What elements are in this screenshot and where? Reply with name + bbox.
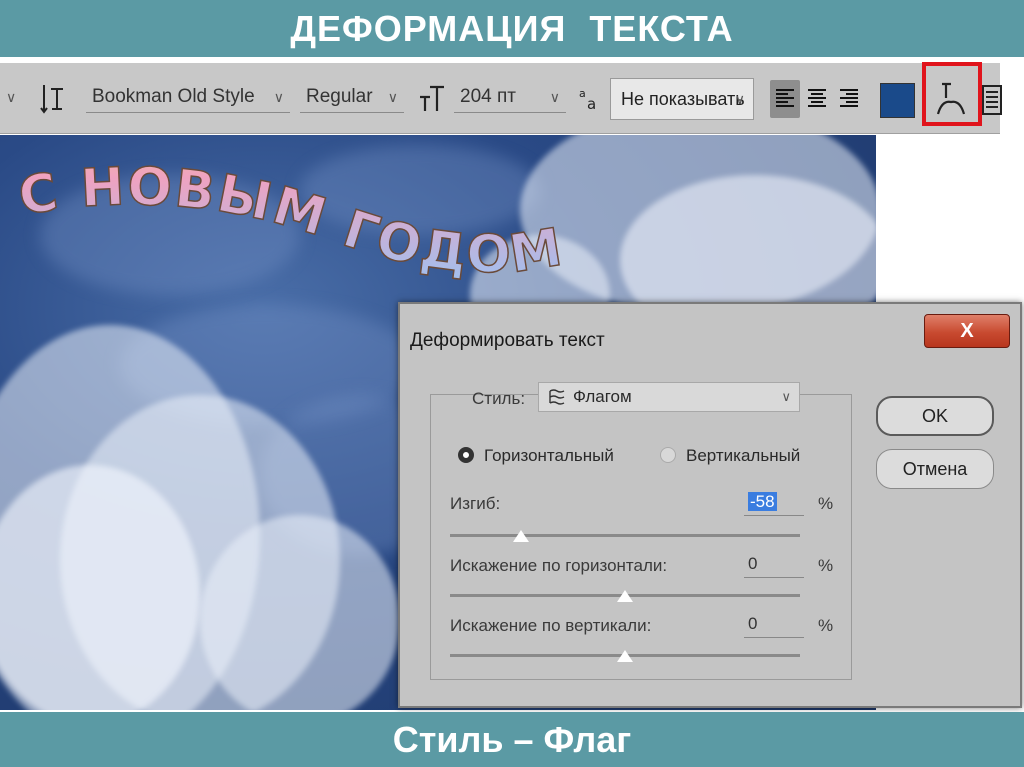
slide-title: ДЕФОРМАЦИЯ ТЕКСТА — [0, 0, 1024, 57]
vertical-radio[interactable] — [660, 447, 676, 463]
font-family-select[interactable]: Bookman Old Style ∨ — [86, 81, 290, 113]
horizontal-distortion-unit: % — [818, 556, 834, 575]
vertical-distortion-thumb[interactable] — [617, 650, 633, 662]
bend-slider-thumb[interactable] — [513, 530, 529, 542]
dialog-title: Деформировать текст — [410, 330, 605, 351]
svg-text:a: a — [587, 95, 596, 111]
chevron-down-icon: ∨ — [387, 89, 398, 105]
warp-text-dialog: Деформировать текст X Стиль: Флагом ∨ Го… — [398, 302, 1022, 708]
horizontal-distortion-thumb[interactable] — [617, 590, 633, 602]
antialias-select[interactable]: Не показывать ∨ — [610, 78, 754, 120]
bend-unit: % — [818, 494, 834, 513]
character-panel-icon[interactable] — [982, 85, 1002, 115]
slide-caption: Стиль – Флаг — [0, 712, 1024, 767]
svg-text:a: a — [579, 87, 586, 100]
antialias-value: Не показывать — [621, 88, 745, 109]
flag-icon — [549, 389, 565, 405]
text-color-swatch[interactable] — [880, 83, 915, 118]
vertical-label: Вертикальный — [686, 446, 801, 465]
font-style-value: Regular — [306, 85, 373, 107]
align-left-icon — [776, 89, 794, 107]
horizontal-label: Горизонтальный — [484, 446, 614, 465]
ok-button[interactable]: OK — [876, 396, 994, 436]
chevron-down-icon[interactable]: ∨ — [6, 89, 16, 106]
text-orientation-icon[interactable] — [40, 81, 66, 115]
close-button[interactable]: X — [924, 314, 1010, 348]
horizontal-radio[interactable] — [458, 447, 474, 463]
vertical-distortion-input[interactable]: 0 — [744, 614, 804, 638]
align-center-icon — [808, 89, 826, 107]
font-family-value: Bookman Old Style — [92, 85, 255, 107]
chevron-down-icon: ∨ — [273, 89, 284, 105]
font-size-select[interactable]: 204 пт ∨ — [454, 81, 566, 113]
chevron-down-icon: ∨ — [734, 91, 745, 107]
chevron-down-icon: ∨ — [781, 389, 791, 404]
antialias-icon: a a — [579, 87, 596, 111]
align-center-button[interactable] — [802, 80, 832, 118]
chevron-down-icon: ∨ — [549, 89, 560, 105]
align-right-button[interactable] — [834, 80, 864, 118]
options-toolbar: ∨ Bookman Old Style ∨ Regular ∨ 204 пт ∨… — [0, 63, 1002, 134]
vertical-distortion-unit: % — [818, 616, 834, 635]
vertical-distortion-label: Искажение по вертикали: — [450, 616, 652, 635]
bend-input[interactable]: -58 — [744, 492, 804, 516]
style-value: Флагом — [573, 387, 632, 406]
bend-label: Изгиб: — [450, 494, 501, 513]
style-label: Стиль: — [472, 389, 526, 408]
align-left-button[interactable] — [770, 80, 800, 118]
bend-slider[interactable] — [450, 534, 800, 537]
font-size-icon — [420, 85, 444, 111]
warp-text-highlight — [922, 62, 982, 126]
horizontal-distortion-label: Искажение по горизонтали: — [450, 556, 668, 575]
horizontal-distortion-input[interactable]: 0 — [744, 554, 804, 578]
align-right-icon — [840, 89, 858, 107]
font-style-select[interactable]: Regular ∨ — [300, 81, 404, 113]
font-size-value: 204 пт — [460, 85, 516, 107]
style-select[interactable]: Флагом ∨ — [538, 382, 800, 412]
cancel-button[interactable]: Отмена — [876, 449, 994, 489]
greeting-text-path: С НОВЫМ ГОДОМ ! — [0, 135, 587, 286]
svg-text:С НОВЫМ ГОДОМ !: С НОВЫМ ГОДОМ ! — [0, 135, 589, 285]
